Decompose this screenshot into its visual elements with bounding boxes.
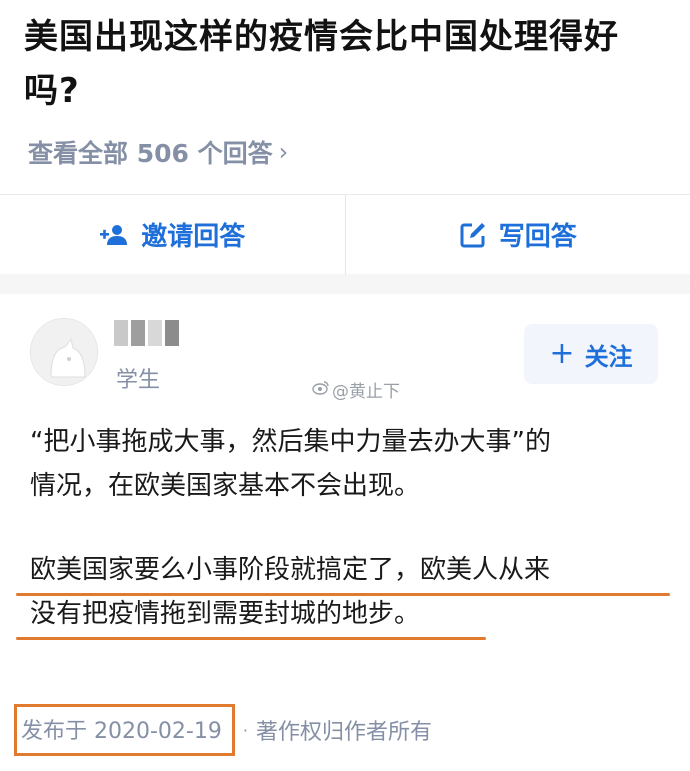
author-headline: 学生: [116, 368, 161, 393]
write-answer-label: 写回答: [498, 222, 577, 252]
edit-icon: [459, 221, 487, 249]
author-name-redacted[interactable]: [114, 320, 180, 346]
invite-answer-label: 邀请回答: [141, 222, 246, 252]
highlighted-answer-line: 欧美国家要么小事阶段就搞定了，欧美人从来: [16, 548, 670, 596]
add-person-icon: [99, 223, 129, 247]
plus-icon: +: [549, 336, 575, 371]
follow-label: 关注: [584, 342, 633, 371]
view-all-label: 查看全部 506 个回答: [28, 139, 273, 168]
view-all-answers-link[interactable]: 查看全部 506 个回答 ›: [28, 134, 288, 170]
publish-date-highlight: 发布于 2020-02-19: [14, 704, 235, 756]
answer-meta: 发布于 2020-02-19 · 著作权归作者所有: [14, 704, 432, 756]
weibo-watermark: @黄止下: [312, 377, 400, 402]
meta-separator: ·: [242, 720, 248, 740]
watermark-text: @黄止下: [332, 382, 400, 402]
publish-date: 发布于 2020-02-19: [21, 719, 222, 744]
highlighted-answer-line: 没有把疫情拖到需要封城的地步。: [16, 592, 486, 640]
action-bar: 邀请回答 写回答: [0, 194, 690, 275]
copyright-notice: 著作权归作者所有: [255, 720, 432, 745]
chevron-right-icon: ›: [278, 138, 289, 166]
avatar[interactable]: [30, 318, 98, 386]
answer-line: “把小事拖成大事，然后集中力量去办大事”的: [30, 427, 551, 457]
write-answer-button[interactable]: 写回答: [346, 195, 690, 274]
answer-card: 学生 @黄止下 + 关注 “把小事拖成大事，然后集中力量去办大事”的 情况，在欧…: [0, 294, 690, 771]
invite-answer-button[interactable]: 邀请回答: [0, 195, 345, 274]
answer-content: “把小事拖成大事，然后集中力量去办大事”的 情况，在欧美国家基本不会出现。 欧美…: [16, 420, 670, 640]
weibo-icon: [312, 379, 330, 400]
question-card: 美国出现这样的疫情会比中国处理得好吗? 查看全部 506 个回答 ›: [0, 0, 690, 194]
follow-button[interactable]: + 关注: [524, 324, 658, 384]
question-title[interactable]: 美国出现这样的疫情会比中国处理得好吗?: [24, 10, 674, 118]
answer-line: 情况，在欧美国家基本不会出现。: [30, 471, 421, 501]
section-gap: [0, 274, 690, 294]
